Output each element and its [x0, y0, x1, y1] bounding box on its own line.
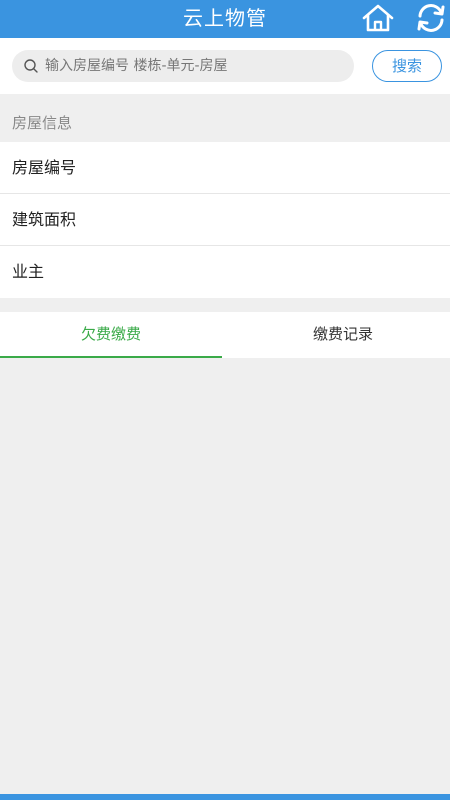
search-icon: [24, 59, 38, 73]
info-label: 房屋编号: [12, 158, 77, 177]
tab-arrears-payment[interactable]: 欠费缴费: [0, 312, 222, 358]
info-row-house-number: 房屋编号: [0, 142, 450, 194]
info-row-building-area: 建筑面积: [0, 194, 450, 246]
tab-bar: 欠费缴费 缴费记录: [0, 312, 450, 358]
info-label: 业主: [12, 262, 45, 281]
search-input[interactable]: 输入房屋编号 楼栋-单元-房屋: [12, 50, 354, 82]
tab-content-area: [0, 358, 450, 794]
info-label: 建筑面积: [12, 210, 77, 229]
refresh-button[interactable]: [414, 1, 448, 35]
home-button[interactable]: [360, 2, 396, 34]
search-bar: 输入房屋编号 楼栋-单元-房屋 搜索: [0, 38, 450, 94]
section-title: 房屋信息: [12, 114, 73, 132]
search-placeholder: 输入房屋编号 楼栋-单元-房屋: [45, 58, 228, 74]
info-row-owner: 业主: [0, 246, 450, 298]
house-info-list: 房屋编号 建筑面积 业主: [0, 142, 450, 298]
refresh-icon: [417, 4, 445, 32]
home-icon: [362, 4, 394, 32]
app-header: 云上物管: [0, 0, 450, 38]
search-button[interactable]: 搜索: [372, 50, 442, 82]
bottom-bar: [0, 794, 450, 800]
section-header: 房屋信息: [0, 104, 450, 142]
tab-payment-records[interactable]: 缴费记录: [232, 312, 450, 358]
